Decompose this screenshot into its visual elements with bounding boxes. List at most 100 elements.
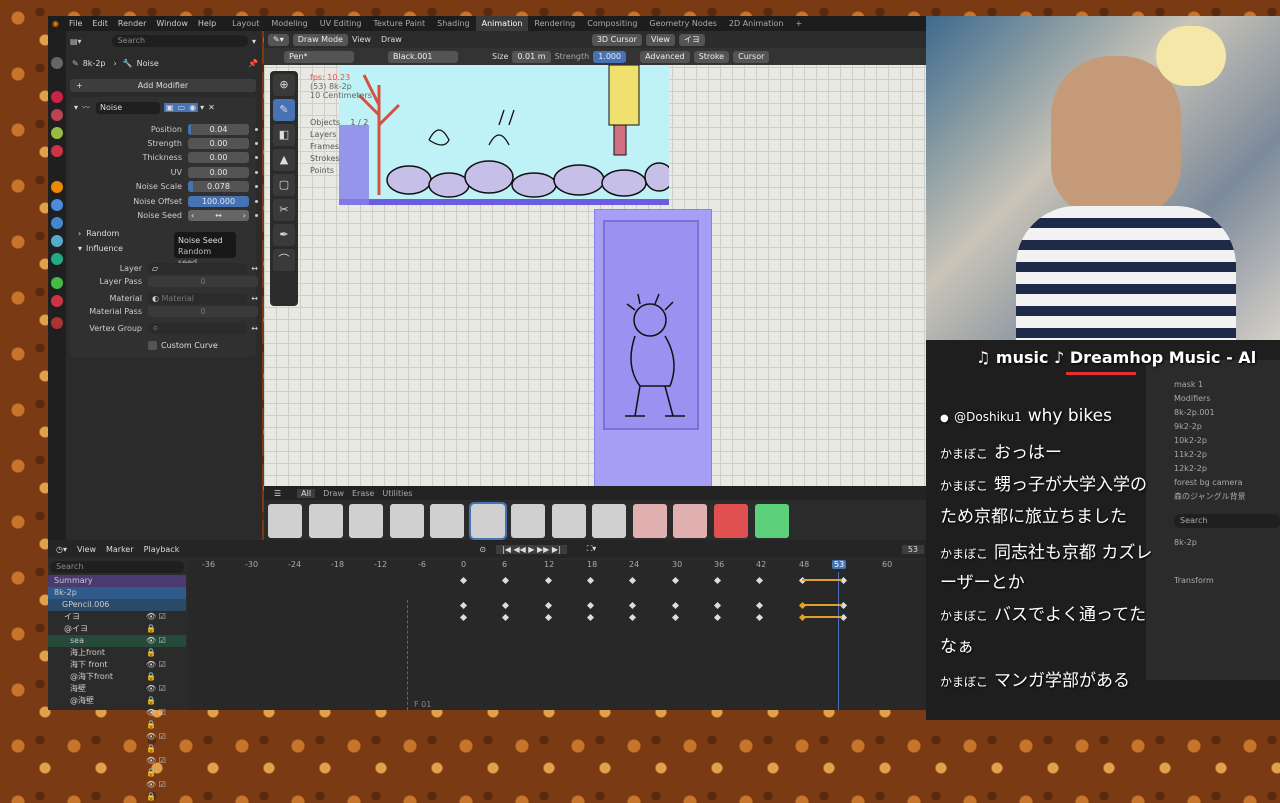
keyframe-diamond[interactable] (459, 576, 468, 585)
channel-object[interactable]: 8k-2p (48, 587, 186, 599)
collapse-arrow-icon[interactable]: ▾ (74, 103, 78, 112)
menu-edit[interactable]: Edit (92, 19, 108, 28)
3d-viewport[interactable]: ✎▾ Draw Mode View Draw 3D Cursor View イヨ… (264, 31, 926, 540)
cursor-tool-icon[interactable]: ⊕ (273, 74, 295, 96)
outliner-item[interactable]: 9k2-2p (1174, 420, 1280, 434)
keyframe-diamond[interactable] (501, 613, 510, 622)
custom-curve-checkbox[interactable]: Custom Curve (148, 339, 218, 351)
tool-tab-icon[interactable] (51, 57, 63, 69)
menu-draw[interactable]: Draw (381, 35, 402, 44)
field-noise-offset[interactable]: Noise Offset 100.000 (68, 195, 258, 207)
menu-marker[interactable]: Marker (106, 545, 134, 554)
editor-type-icon[interactable]: ▤▾ (70, 37, 82, 46)
visibility-eye-icon[interactable]: 👁 ☑ 🔒 (146, 707, 176, 731)
texture-tab-icon[interactable] (51, 317, 63, 329)
cursor-settings-dropdown[interactable]: Cursor (733, 50, 770, 63)
playback-controls[interactable]: |◀ ◀◀ ▶ ▶▶ ▶| (496, 544, 567, 554)
menu-file[interactable]: File (69, 19, 82, 28)
keyframe-diamond[interactable] (544, 613, 553, 622)
cursor-dropdown[interactable]: 3D Cursor (591, 33, 642, 46)
render-tab-icon[interactable] (51, 91, 63, 103)
record-icon[interactable]: ⊙ (479, 545, 486, 554)
invert-icon[interactable]: ↔ (251, 264, 258, 273)
keying-set-icon[interactable]: ⛶▾ (587, 544, 597, 554)
tab-geometry-nodes[interactable]: Geometry Nodes (643, 19, 722, 28)
keyframe-diamond[interactable] (755, 613, 764, 622)
keyframe-diamond[interactable] (501, 601, 510, 610)
strength-field[interactable]: 1.000 (593, 50, 627, 63)
keyframe-diamond[interactable] (586, 576, 595, 585)
render-toggle-icon[interactable]: ◉ (187, 103, 199, 112)
brush-ink-alt-icon[interactable] (430, 504, 465, 538)
brush-scribble-icon[interactable] (349, 504, 384, 538)
field-layer[interactable]: Layer ▱ ↔ (68, 262, 258, 274)
brush-fill-icon[interactable] (592, 504, 627, 538)
increment-arrow-icon[interactable]: › (243, 210, 246, 221)
outliner-item[interactable]: 森のジャングル背景 (1174, 490, 1280, 504)
shelf-menu-icon[interactable]: ☰ (274, 489, 281, 498)
visibility-eye-icon[interactable]: 👁 ☑ 🔒 (146, 755, 176, 779)
brush-pencil-icon[interactable] (468, 502, 507, 540)
keyframe-area[interactable]: -36 -30 -24 -18 -12 -6 0 6 12 18 24 30 3… (188, 560, 926, 710)
material-tab-icon[interactable] (51, 295, 63, 307)
keyframe-diamond[interactable] (713, 576, 722, 585)
add-workspace-icon[interactable]: + (789, 19, 808, 28)
visibility-eye-icon[interactable]: 👁 ☑ 🔒 (146, 779, 176, 803)
influence-subpanel[interactable]: ▾ Influence (78, 242, 123, 254)
random-subpanel[interactable]: › Random (78, 227, 119, 239)
playhead-frame-label[interactable]: 53 (832, 560, 847, 569)
strength-value[interactable]: 0.00 (210, 139, 228, 148)
field-layer-pass[interactable]: Layer Pass 0 (68, 275, 258, 287)
view-dropdown[interactable]: View (645, 33, 675, 46)
keyframe-diamond[interactable] (459, 601, 468, 610)
current-frame-field[interactable]: 53 (901, 544, 924, 554)
data-tab-icon[interactable] (51, 277, 63, 289)
layer-dropdown[interactable]: イヨ (678, 33, 705, 46)
modifier-name-field[interactable]: Noise (96, 101, 161, 114)
field-uv[interactable]: UV 0.00 (68, 166, 258, 178)
material-dropdown[interactable]: Black.001 (388, 50, 458, 63)
box-tool-icon[interactable]: ▢ (273, 174, 295, 196)
menu-view[interactable]: View (352, 35, 371, 44)
shelf-tab-erase[interactable]: Erase (352, 489, 374, 498)
erase-tool-icon[interactable]: ◧ (273, 124, 295, 146)
add-modifier-button[interactable]: + Add Modifier (70, 79, 256, 92)
pin-icon[interactable]: 📌 (248, 59, 258, 68)
brush-marker-icon[interactable] (389, 504, 424, 538)
tab-compositing[interactable]: Compositing (581, 19, 643, 28)
brush-eraser-icon[interactable] (632, 504, 667, 538)
keyframe-diamond[interactable] (713, 601, 722, 610)
line-tool-icon[interactable]: ⌒ (273, 249, 295, 271)
menu-view[interactable]: View (77, 545, 96, 554)
effects-tab-icon[interactable] (51, 217, 63, 229)
editor-type-icon[interactable]: ✎▾ (268, 33, 289, 46)
visibility-eye-icon[interactable]: 👁 ☑ 🔒 (146, 683, 176, 707)
cutter-tool-icon[interactable]: ✂ (273, 199, 295, 221)
keyframe-dot-icon[interactable] (255, 141, 258, 145)
keyframe-diamond[interactable] (459, 613, 468, 622)
dropdown-icon[interactable]: ▾ (200, 103, 204, 112)
brush-ink-icon[interactable] (268, 504, 302, 538)
mode-dropdown[interactable]: Draw Mode (292, 33, 348, 46)
keyframe-dot-icon[interactable] (255, 199, 258, 203)
keyframe-diamond[interactable] (755, 601, 764, 610)
field-material[interactable]: Material ◐ Material ↔ (68, 292, 258, 304)
keyframe-diamond[interactable] (586, 613, 595, 622)
keyframe-diamond[interactable] (628, 601, 637, 610)
scene-tab-icon[interactable] (51, 145, 63, 157)
keyframe-diamond[interactable] (671, 613, 680, 622)
tab-modeling[interactable]: Modeling (265, 19, 313, 28)
shelf-tab-all[interactable]: All (297, 488, 316, 498)
thickness-value[interactable]: 0.00 (210, 153, 228, 162)
keyframe-diamond[interactable] (628, 576, 637, 585)
menu-playback[interactable]: Playback (144, 545, 180, 554)
keyframe-diamond[interactable] (671, 601, 680, 610)
outliner-item[interactable]: 11k2-2p (1174, 448, 1280, 462)
channel-search-input[interactable]: Search (50, 561, 184, 573)
shelf-tab-utilities[interactable]: Utilities (382, 489, 412, 498)
brush-red-icon[interactable] (714, 504, 749, 538)
field-vertex-group[interactable]: Vertex Group ⁘ ↔ (68, 322, 258, 334)
tab-2d-animation[interactable]: 2D Animation (723, 19, 790, 28)
material-pass-value[interactable]: 0 (200, 307, 205, 316)
keyframe-diamond[interactable] (713, 613, 722, 622)
